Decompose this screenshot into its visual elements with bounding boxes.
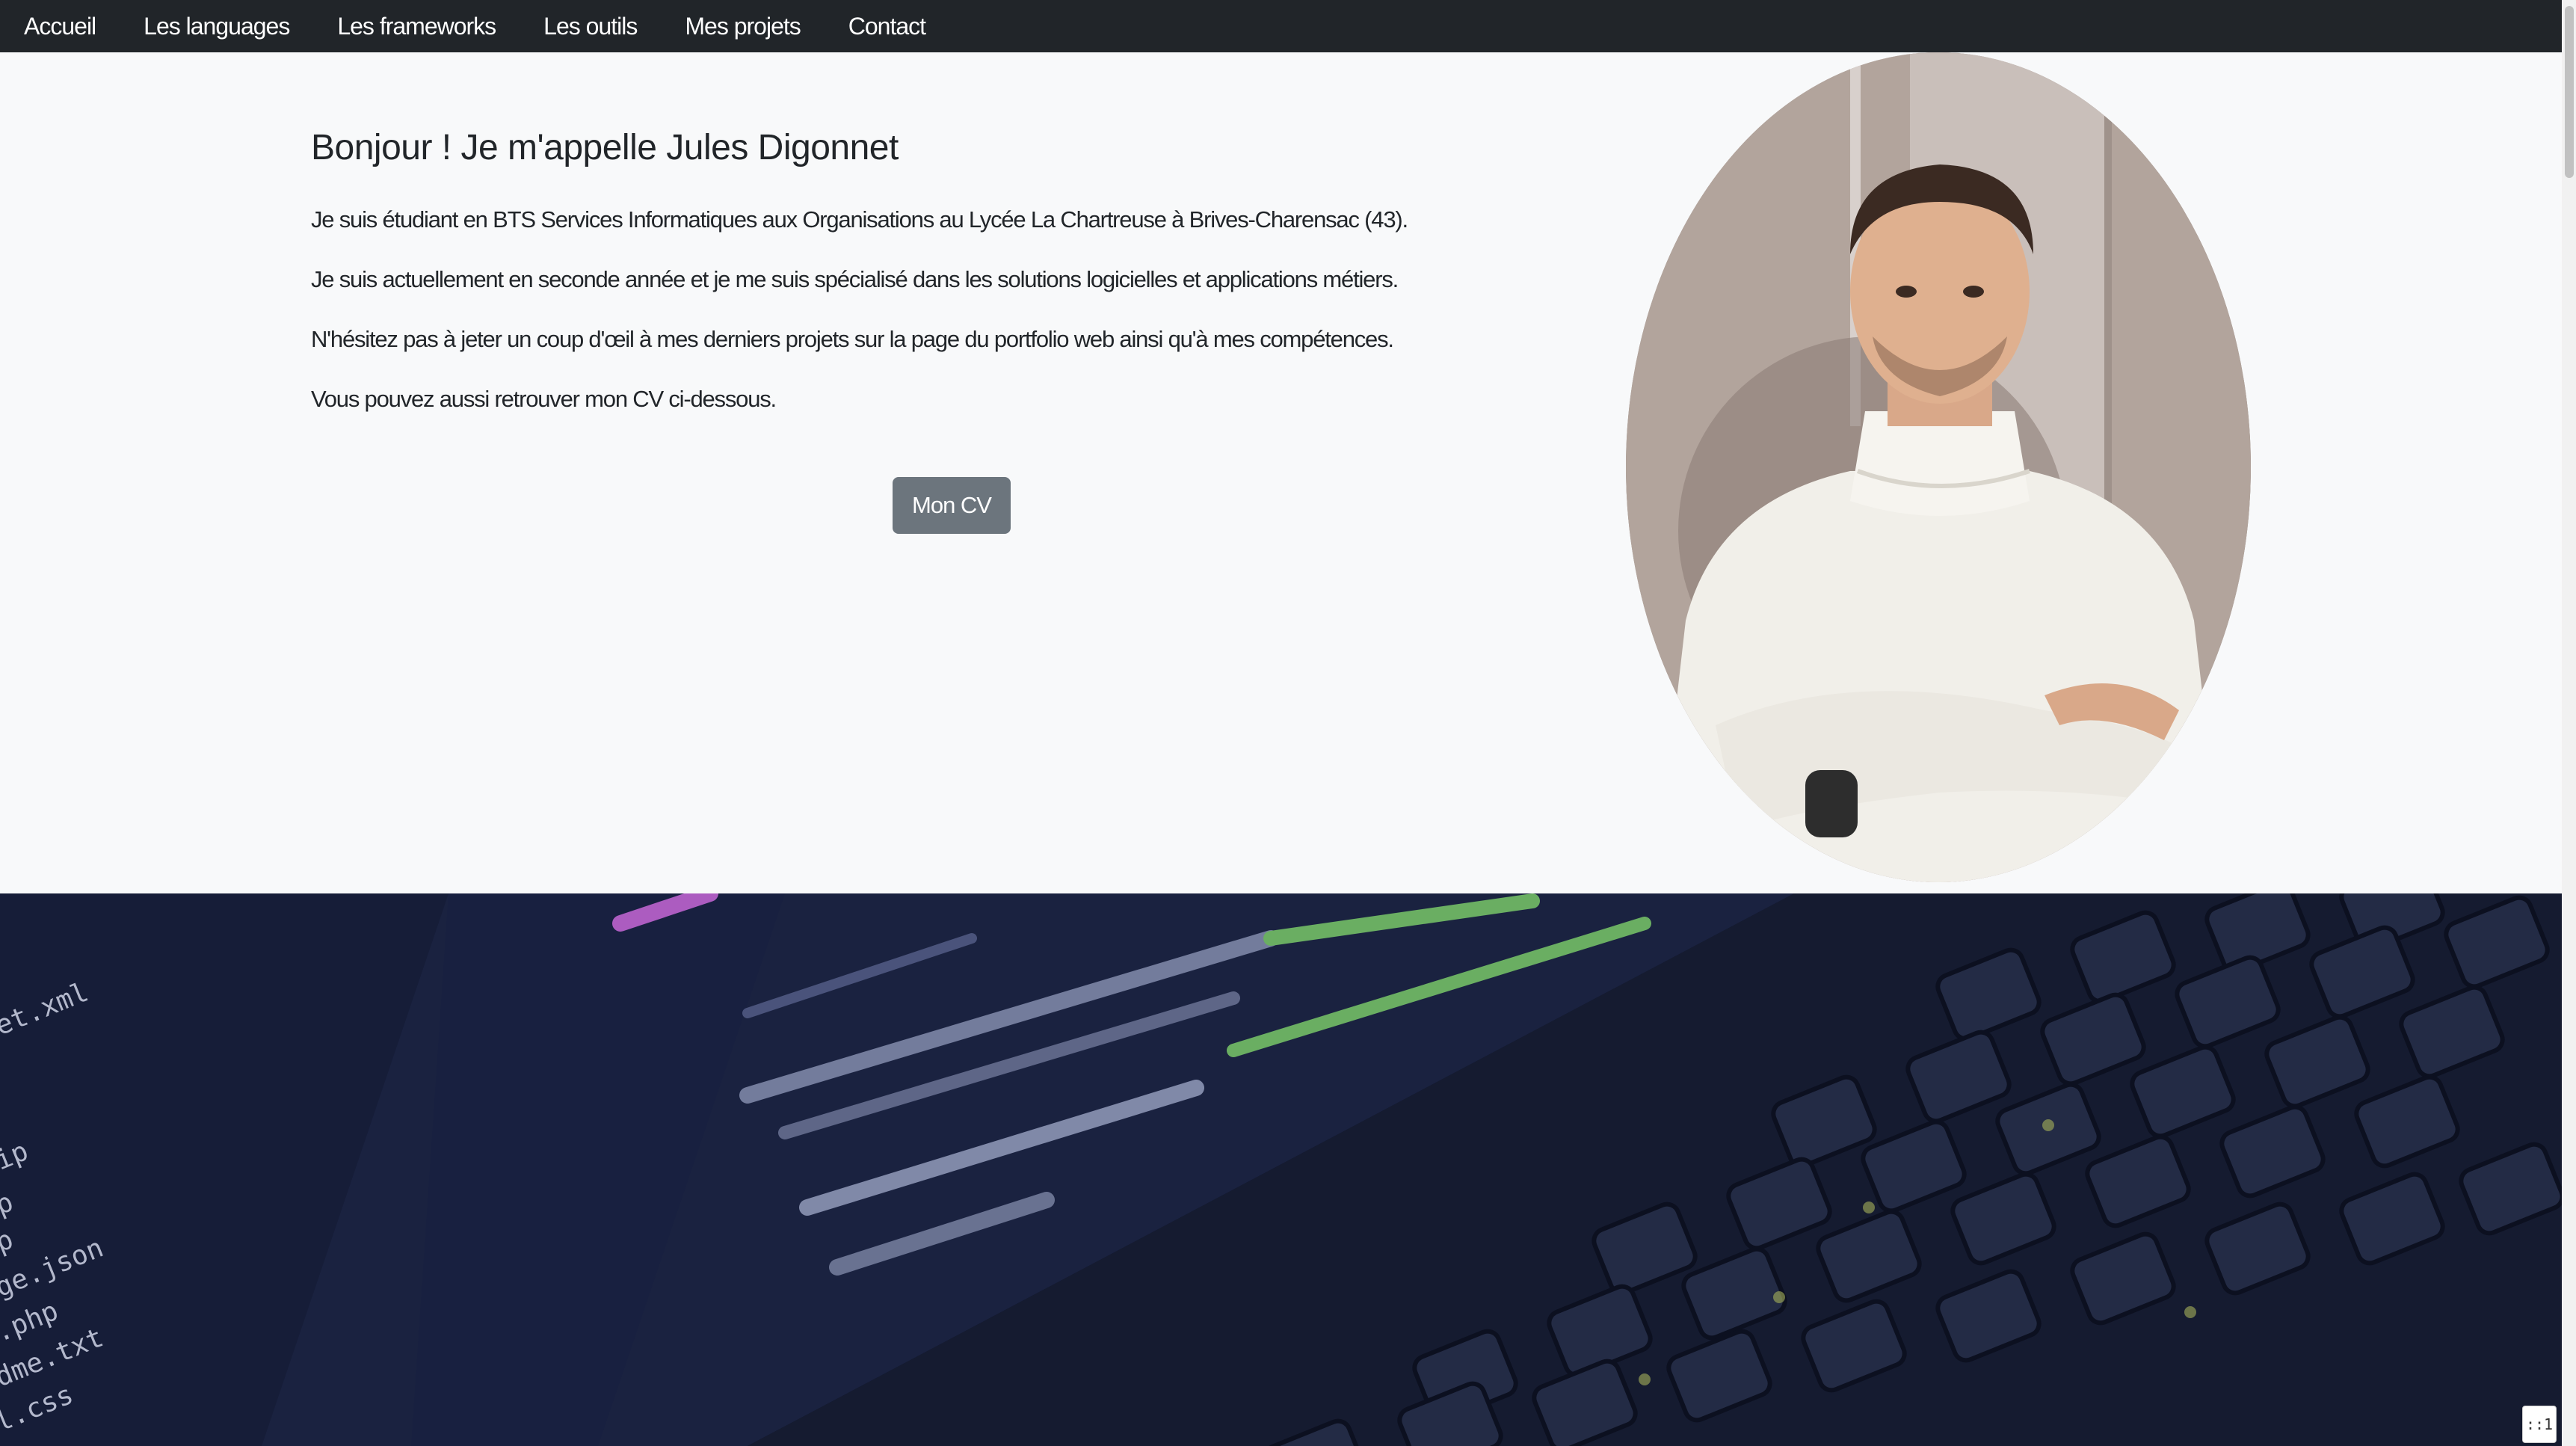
profile-photo-illustration <box>1626 52 2251 882</box>
nav-item-accueil[interactable]: Accueil <box>24 13 96 40</box>
profile-photo <box>1626 52 2251 882</box>
nav-item-frameworks[interactable]: Les frameworks <box>337 13 496 40</box>
corner-badge: ::1 <box>2522 1406 2557 1443</box>
page-viewport: Accueil Les languages Les frameworks Les… <box>0 0 2576 1446</box>
hero-title: Bonjour ! Je m'appelle Jules Digonnet <box>311 128 899 167</box>
intro-paragraph-2: Je suis actuellement en seconde année et… <box>311 266 1399 292</box>
intro-paragraph-4: Vous pouvez aussi retrouver mon CV ci-de… <box>311 386 777 412</box>
intro-paragraph-1: Je suis étudiant en BTS Services Informa… <box>311 206 1408 233</box>
hero-section: Bonjour ! Je m'appelle Jules Digonnet Je… <box>0 52 2562 893</box>
cv-button[interactable]: Mon CV <box>893 477 1011 534</box>
nav-item-projets[interactable]: Mes projets <box>685 13 801 40</box>
code-background-image: et.xml ip p p ge.json .php dme.txt l.css <box>0 893 2562 1446</box>
nav-item-outils[interactable]: Les outils <box>543 13 638 40</box>
scrollbar-thumb[interactable] <box>2565 6 2574 178</box>
intro-paragraph-3: N'hésitez pas à jeter un coup d'œil à me… <box>311 326 1394 352</box>
vertical-scrollbar[interactable] <box>2562 0 2576 1446</box>
nav-item-contact[interactable]: Contact <box>848 13 926 40</box>
top-navbar: Accueil Les languages Les frameworks Les… <box>0 0 2562 52</box>
nav-item-languages[interactable]: Les languages <box>144 13 290 40</box>
code-background-banner: et.xml ip p p ge.json .php dme.txt l.css <box>0 893 2562 1446</box>
